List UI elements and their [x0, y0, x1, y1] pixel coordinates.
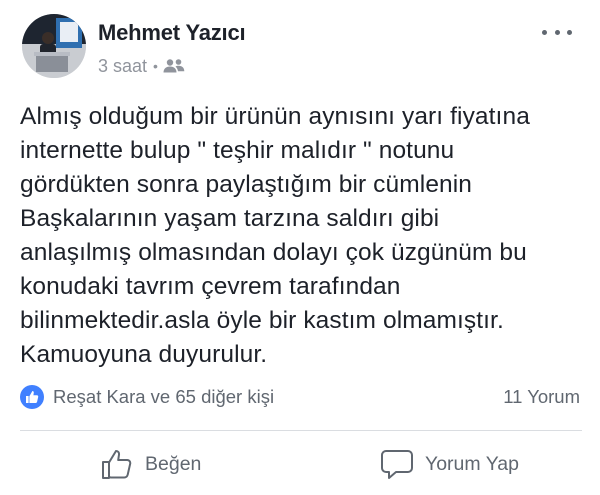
like-button[interactable]: Beğen	[100, 444, 201, 484]
like-label: Beğen	[145, 452, 202, 475]
post-meta: 3 saat •	[98, 54, 185, 78]
meta-separator: •	[153, 58, 158, 74]
more-dot	[554, 29, 560, 35]
post-text: Almış olduğum bir ürünün aynısını yarı f…	[20, 103, 530, 368]
action-bar: Beğen Yorum Yap	[0, 440, 600, 488]
divider	[20, 430, 582, 431]
thumbs-up-icon	[102, 450, 132, 479]
comment-count[interactable]: 11 Yorum	[503, 386, 580, 408]
more-options-button[interactable]	[542, 24, 572, 40]
avatar-image	[22, 14, 86, 78]
more-dot	[542, 29, 547, 35]
reactions-bar: Reşat Kara ve 65 diğer kişi 11 Yorum	[20, 383, 580, 411]
comment-label: Yorum Yap	[425, 452, 519, 475]
reactions-summary[interactable]: Reşat Kara ve 65 diğer kişi	[20, 385, 274, 409]
more-dot	[567, 29, 572, 35]
post-header: Mehmet Yazıcı 3 saat •	[0, 0, 600, 90]
like-reaction-icon	[20, 385, 44, 409]
reactions-text: Reşat Kara ve 65 diğer kişi	[53, 386, 275, 407]
post-time[interactable]: 3 saat	[98, 56, 147, 77]
author-name[interactable]: Mehmet Yazıcı	[98, 20, 246, 46]
comment-button[interactable]: Yorum Yap	[380, 444, 519, 484]
avatar[interactable]	[22, 14, 86, 78]
friends-icon[interactable]	[163, 58, 185, 74]
comment-icon	[381, 450, 413, 479]
